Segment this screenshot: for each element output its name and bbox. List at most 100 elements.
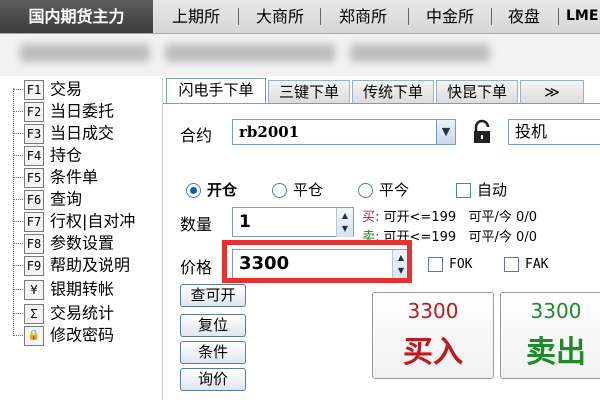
hotkey-badge: F6	[24, 189, 44, 210]
tab-baseline	[163, 103, 600, 104]
menu-item-label: 修改密码	[50, 325, 115, 345]
sigma-icon: Σ	[24, 303, 44, 324]
spinner-icon[interactable]: ▲ ▼	[336, 208, 353, 237]
menu-item-help[interactable]: F9 帮助及说明	[24, 254, 130, 276]
checkbox-icon	[428, 257, 443, 272]
tab-quick-order[interactable]: 快昆下单	[436, 80, 518, 103]
quantity-stepper[interactable]: 1 ▲ ▼	[232, 207, 354, 237]
price-highlight-box	[222, 240, 412, 283]
tab-cffex[interactable]: 中金所	[416, 0, 484, 33]
lock-icon[interactable]	[470, 119, 494, 145]
tree-branch	[13, 155, 23, 156]
tree-branch	[13, 265, 23, 266]
yen-icon: ¥	[24, 279, 44, 300]
check-available-button[interactable]: 查可开	[180, 284, 246, 307]
hotkey-badge: F1	[24, 79, 44, 100]
more-tabs-button[interactable]: ≫	[520, 80, 584, 103]
inquiry-button[interactable]: 询价	[180, 368, 246, 391]
hotkey-badge: F7	[24, 211, 44, 232]
radio-dot-icon	[186, 183, 201, 198]
hotkey-badge: F8	[24, 233, 44, 254]
buy-close-qty: 可平/今 0/0	[468, 210, 537, 225]
hotkey-badge: F2	[24, 101, 44, 122]
tab-three-key-order[interactable]: 三键下单	[268, 80, 350, 103]
hotkey-badge: F3	[24, 123, 44, 144]
menu-item-conditional-orders[interactable]: F5 条件单	[24, 166, 98, 188]
menu-item-label: 行权|自对冲	[50, 211, 136, 231]
menu-item-label: 当日成交	[50, 123, 115, 143]
hotkey-badge: F9	[24, 255, 44, 276]
tab-night[interactable]: 夜盘	[498, 0, 550, 33]
hotkey-badge: F5	[24, 167, 44, 188]
price-label: 价格	[180, 258, 213, 277]
radio-dot-icon	[272, 183, 287, 198]
radio-close[interactable]: 平仓	[272, 180, 323, 200]
tree-line	[13, 88, 14, 334]
tab-traditional-order[interactable]: 传统下单	[352, 80, 434, 103]
buy-open-qty: 可开<=199	[383, 210, 457, 225]
checkbox-icon	[504, 257, 519, 272]
tab-domestic-futures-main[interactable]: 国内期货主力	[0, 0, 153, 33]
menu-item-trade-stats[interactable]: Σ 交易统计	[24, 302, 114, 324]
tab-dce[interactable]: 大商所	[245, 0, 315, 33]
menu-item-bank-transfer[interactable]: ¥ 银期转帐	[24, 278, 114, 300]
menu-item-exercise-hedge[interactable]: F7 行权|自对冲	[24, 210, 135, 232]
contract-value: rb2001	[239, 123, 300, 141]
sell-button[interactable]: 3300 卖出	[500, 292, 600, 379]
radio-open[interactable]: 开仓	[186, 180, 237, 200]
tree-branch	[13, 133, 23, 134]
reset-button[interactable]: 复位	[180, 314, 246, 337]
menu-item-settings[interactable]: F8 参数设置	[24, 232, 114, 254]
tree-branch	[13, 199, 23, 200]
buy-availability: 买: 可开<=199 可平/今 0/0	[362, 206, 537, 225]
tab-lme[interactable]: LME	[566, 0, 600, 33]
tab-separator	[408, 8, 409, 25]
sell-price: 3300	[530, 299, 582, 323]
tab-separator	[558, 8, 559, 25]
tree-branch	[13, 243, 23, 244]
contract-select[interactable]: rb2001 ▼	[232, 119, 456, 145]
lock-icon: 🔒	[24, 325, 44, 346]
checkbox-icon	[456, 183, 471, 198]
menu-item-label: 交易统计	[50, 303, 115, 323]
hedge-value: 投机	[515, 122, 548, 141]
menu-item-trade[interactable]: F1 交易	[24, 78, 82, 100]
condition-button[interactable]: 条件	[180, 341, 246, 364]
blurred-text	[350, 44, 490, 62]
tab-czce[interactable]: 郑商所	[328, 0, 398, 33]
auto-checkbox[interactable]: 自动	[456, 180, 507, 200]
radio-open-label: 开仓	[207, 181, 238, 199]
fok-checkbox[interactable]: FOK	[428, 257, 472, 272]
tree-branch	[13, 221, 23, 222]
menu-item-query[interactable]: F6 查询	[24, 188, 82, 210]
buy-prefix: 买:	[362, 210, 380, 225]
radio-close-today[interactable]: 平今	[358, 180, 409, 200]
market-tab-bar: 国内期货主力 上期所 大商所 郑商所 中金所 夜盘 LME	[0, 0, 600, 34]
buy-label: 买入	[403, 335, 463, 370]
tab-lightning-order[interactable]: 闪电手下单	[166, 78, 266, 104]
tab-separator	[491, 8, 492, 25]
tree-branch	[13, 89, 23, 90]
tree-branch	[13, 289, 23, 290]
radio-dot-icon	[358, 183, 373, 198]
menu-item-label: 帮助及说明	[50, 255, 131, 275]
menu-item-today-trades[interactable]: F3 当日成交	[24, 122, 114, 144]
fak-checkbox[interactable]: FAK	[504, 257, 548, 272]
menu-item-label: 条件单	[50, 167, 99, 187]
tree-branch	[13, 111, 23, 112]
menu-item-today-orders[interactable]: F2 当日委托	[24, 100, 114, 122]
sell-label: 卖出	[526, 335, 586, 370]
fak-label: FAK	[525, 257, 549, 272]
account-info-redacted	[0, 34, 600, 76]
quantity-value: 1	[239, 212, 251, 232]
hotkey-badge: F4	[24, 145, 44, 166]
menu-item-label: 查询	[50, 189, 83, 209]
hedge-select[interactable]: 投机	[508, 119, 600, 145]
chevron-down-icon[interactable]: ▼	[436, 120, 455, 144]
menu-item-positions[interactable]: F4 持仓	[24, 144, 82, 166]
menu-item-label: 当日委托	[50, 101, 115, 121]
tab-shfe[interactable]: 上期所	[160, 0, 232, 33]
menu-item-change-password[interactable]: 🔒 修改密码	[24, 324, 114, 346]
buy-button[interactable]: 3300 买入	[372, 292, 494, 379]
fok-label: FOK	[449, 257, 473, 272]
